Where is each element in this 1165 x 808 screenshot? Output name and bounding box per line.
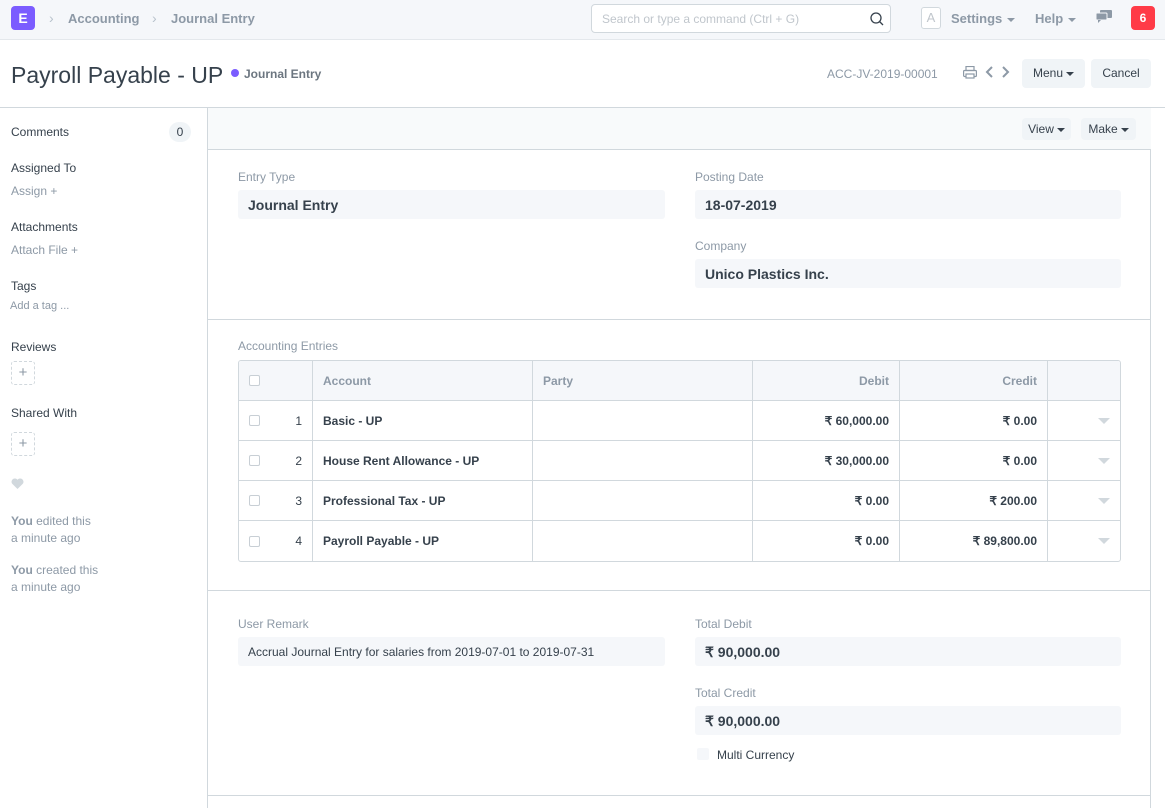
plus-icon: + bbox=[18, 435, 28, 452]
help-label: Help bbox=[1035, 11, 1064, 26]
entry-type-field[interactable]: Journal Entry bbox=[238, 190, 665, 219]
cancel-button[interactable]: Cancel bbox=[1091, 59, 1151, 88]
avatar[interactable]: A bbox=[921, 7, 941, 29]
timeline-item: You edited this a minute ago bbox=[11, 513, 91, 547]
add-share-button[interactable]: + bbox=[11, 432, 35, 456]
chevron-right-icon: › bbox=[152, 10, 157, 26]
timeline-user: You bbox=[11, 514, 33, 528]
attach-file-link[interactable]: Attach File + bbox=[11, 243, 78, 257]
app-logo[interactable]: E bbox=[11, 6, 35, 30]
user-remark-field[interactable]: Accrual Journal Entry for salaries from … bbox=[238, 637, 665, 666]
help-dropdown[interactable]: Help bbox=[1035, 11, 1077, 26]
details-section: Entry Type Journal Entry Posting Date 18… bbox=[208, 150, 1151, 320]
view-button[interactable]: View bbox=[1022, 118, 1071, 140]
timeline-time: a minute ago bbox=[11, 531, 81, 545]
page-head: Payroll Payable - UP Journal Entry ACC-J… bbox=[0, 40, 1165, 108]
search-input[interactable]: Search or type a command (Ctrl + G) bbox=[591, 4, 891, 33]
total-credit-label: Total Credit bbox=[695, 686, 756, 700]
caret-down-icon bbox=[1120, 127, 1129, 132]
caret-down-icon bbox=[1066, 71, 1075, 76]
chat-icon[interactable] bbox=[1096, 10, 1112, 24]
timeline-time: a minute ago bbox=[11, 580, 81, 594]
timeline-action: edited this bbox=[32, 514, 91, 528]
posting-date-label: Posting Date bbox=[695, 170, 764, 184]
timeline-action: created this bbox=[32, 563, 99, 577]
status-text: Journal Entry bbox=[244, 67, 322, 81]
sidebar: Comments 0 Assigned To Assign + Attachme… bbox=[0, 108, 207, 802]
chevron-right-icon: › bbox=[49, 10, 54, 26]
search-icon bbox=[870, 12, 884, 26]
caret-down-icon bbox=[1007, 17, 1016, 22]
comments-count-badge: 0 bbox=[169, 122, 191, 142]
multi-currency-checkbox[interactable] bbox=[697, 748, 709, 760]
settings-label: Settings bbox=[951, 11, 1003, 26]
reviews-label: Reviews bbox=[11, 340, 57, 354]
timeline-user: You bbox=[11, 563, 33, 577]
heart-icon[interactable] bbox=[11, 478, 24, 490]
make-label: Make bbox=[1088, 122, 1118, 136]
total-debit-label: Total Debit bbox=[695, 617, 752, 631]
company-label: Company bbox=[695, 239, 747, 253]
shared-with-label: Shared With bbox=[11, 406, 78, 420]
tags-label: Tags bbox=[11, 279, 37, 293]
status-indicator: Journal Entry bbox=[231, 67, 321, 81]
add-tag-link[interactable]: Add a tag ... bbox=[10, 300, 69, 312]
entry-type-label: Entry Type bbox=[238, 170, 296, 184]
print-icon[interactable] bbox=[963, 66, 977, 79]
breadcrumb-journal-entry[interactable]: Journal Entry bbox=[171, 11, 255, 26]
document-name: ACC-JV-2019-00001 bbox=[827, 67, 938, 81]
notifications-badge[interactable]: 6 bbox=[1131, 6, 1155, 30]
multi-currency-label: Multi Currency bbox=[717, 748, 795, 762]
form-toolbar: View Make bbox=[208, 108, 1151, 150]
breadcrumb-accounting[interactable]: Accounting bbox=[68, 11, 140, 26]
user-remark-label: User Remark bbox=[238, 617, 309, 631]
entries-section bbox=[208, 320, 1151, 591]
menu-label: Menu bbox=[1032, 66, 1064, 80]
total-credit-field: ₹ 90,000.00 bbox=[695, 706, 1121, 735]
attachments-label: Attachments bbox=[11, 220, 78, 234]
status-dot bbox=[231, 69, 239, 77]
chevron-right-icon[interactable] bbox=[1000, 65, 1010, 79]
page-title: Payroll Payable - UP bbox=[11, 62, 224, 88]
assigned-to-label: Assigned To bbox=[11, 161, 77, 175]
plus-icon: + bbox=[18, 364, 28, 381]
company-field[interactable]: Unico Plastics Inc. bbox=[695, 259, 1121, 288]
total-debit-field: ₹ 90,000.00 bbox=[695, 637, 1121, 666]
caret-down-icon bbox=[1056, 127, 1065, 132]
search-placeholder: Search or type a command (Ctrl + G) bbox=[602, 12, 800, 26]
settings-dropdown[interactable]: Settings bbox=[951, 11, 1016, 26]
posting-date-field[interactable]: 18-07-2019 bbox=[695, 190, 1121, 219]
form-layout: View Make Entry Type Journal Entry Posti… bbox=[207, 108, 1151, 808]
add-review-button[interactable]: + bbox=[11, 361, 35, 385]
navbar: E › Accounting › Journal Entry Search or… bbox=[0, 0, 1165, 40]
view-label: View bbox=[1028, 122, 1054, 136]
totals-section: User Remark Accrual Journal Entry for sa… bbox=[208, 591, 1151, 796]
chevron-left-icon[interactable] bbox=[985, 65, 995, 79]
caret-down-icon bbox=[1068, 17, 1077, 22]
make-button[interactable]: Make bbox=[1081, 118, 1136, 140]
comments-label[interactable]: Comments bbox=[11, 125, 69, 139]
assign-link[interactable]: Assign + bbox=[11, 184, 57, 198]
menu-button[interactable]: Menu bbox=[1022, 59, 1085, 88]
timeline-item: You created this a minute ago bbox=[11, 562, 98, 596]
